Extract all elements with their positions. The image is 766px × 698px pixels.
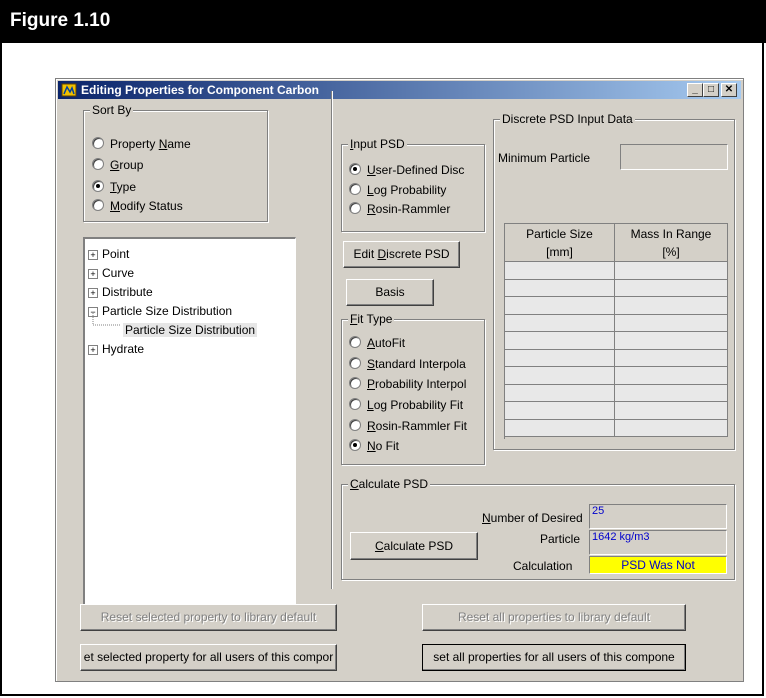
calculation-status-label: Calculation bbox=[513, 559, 573, 573]
expand-icon[interactable]: + bbox=[88, 288, 98, 298]
expand-icon[interactable]: + bbox=[88, 250, 98, 260]
reset-all-properties-button[interactable]: Reset all properties to library default bbox=[422, 604, 686, 631]
figure-title: Figure 1.10 bbox=[10, 10, 111, 31]
number-of-desired-input[interactable]: 25 bbox=[589, 504, 727, 529]
radio-indicator bbox=[349, 398, 361, 410]
particle-size-cell[interactable] bbox=[505, 402, 615, 420]
radio-indicator bbox=[349, 202, 361, 214]
expand-icon[interactable]: + bbox=[88, 345, 98, 355]
expand-icon[interactable]: + bbox=[88, 269, 98, 279]
mass-in-range-cell[interactable] bbox=[615, 402, 728, 420]
sort-by-label: Sort By bbox=[90, 103, 134, 117]
particle-size-cell[interactable] bbox=[505, 262, 615, 280]
radio-indicator bbox=[92, 199, 104, 211]
log-probability-fit-radio[interactable]: Log Probability Fit bbox=[349, 397, 463, 413]
number-of-desired-label: Number of Desired bbox=[482, 511, 583, 525]
particle-size-cell[interactable] bbox=[505, 419, 615, 437]
autofit-radio[interactable]: AutoFit bbox=[349, 335, 405, 351]
mass-in-range-cell[interactable] bbox=[615, 349, 728, 367]
tree-node-particle-size-distribution-child[interactable]: Particle Size Distribution bbox=[123, 322, 258, 338]
standard-interpolation-radio[interactable]: Standard Interpola bbox=[349, 356, 466, 372]
log-probability-radio[interactable]: Log Probability bbox=[349, 182, 446, 198]
input-psd-label: Input PSD bbox=[348, 137, 407, 151]
tree-node-curve[interactable]: + Curve bbox=[88, 265, 134, 281]
vertical-divider bbox=[331, 91, 333, 589]
particle-size-cell[interactable] bbox=[505, 279, 615, 297]
particle-size-cell[interactable] bbox=[505, 367, 615, 385]
minimum-particle-input[interactable] bbox=[620, 144, 728, 170]
radio-indicator bbox=[92, 180, 104, 192]
particle-density-label: Particle bbox=[540, 532, 581, 546]
radio-indicator bbox=[349, 336, 361, 348]
properties-window: Editing Properties for Component Carbon … bbox=[55, 78, 744, 682]
mass-in-range-cell[interactable] bbox=[615, 297, 728, 315]
particle-density-input[interactable]: 1642 kg/m3 bbox=[589, 530, 727, 555]
edit-discrete-psd-button[interactable]: Edit Discrete PSD bbox=[343, 241, 460, 268]
maximize-button[interactable]: □ bbox=[703, 83, 719, 97]
window-title: Editing Properties for Component Carbon bbox=[81, 83, 320, 97]
calculate-psd-label: Calculate PSD bbox=[348, 477, 431, 491]
close-button[interactable]: ✕ bbox=[721, 83, 737, 97]
discrete-psd-table[interactable]: Particle Size [mm] Mass In Range [%] bbox=[504, 223, 728, 439]
no-fit-radio[interactable]: No Fit bbox=[349, 438, 399, 454]
sort-modify-status-radio[interactable]: Modify Status bbox=[92, 198, 183, 214]
mass-in-range-cell[interactable] bbox=[615, 419, 728, 437]
set-all-properties-all-users-button[interactable]: set all properties for all users of this… bbox=[422, 644, 686, 671]
radio-indicator bbox=[349, 357, 361, 369]
sort-group-radio[interactable]: Group bbox=[92, 157, 143, 173]
sort-type-radio[interactable]: Type bbox=[92, 179, 136, 195]
tree-node-hydrate[interactable]: + Hydrate bbox=[88, 341, 144, 357]
mass-in-range-cell[interactable] bbox=[615, 384, 728, 402]
reset-selected-property-button[interactable]: Reset selected property to library defau… bbox=[80, 604, 337, 631]
figure-header: Figure 1.10 bbox=[0, 0, 766, 43]
calculation-status-value: PSD Was Not bbox=[589, 556, 727, 574]
radio-indicator bbox=[349, 419, 361, 431]
mass-in-range-cell[interactable] bbox=[615, 279, 728, 297]
mass-in-range-cell[interactable] bbox=[615, 314, 728, 332]
particle-size-cell[interactable] bbox=[505, 332, 615, 350]
particle-size-cell[interactable] bbox=[505, 314, 615, 332]
app-icon bbox=[61, 83, 77, 97]
rosin-rammler-fit-radio[interactable]: Rosin-Rammler Fit bbox=[349, 418, 467, 434]
particle-size-cell[interactable] bbox=[505, 384, 615, 402]
tree-connector bbox=[92, 313, 120, 326]
radio-indicator bbox=[349, 377, 361, 389]
radio-indicator bbox=[349, 163, 361, 175]
particle-size-cell[interactable] bbox=[505, 297, 615, 315]
property-tree[interactable]: + Point + Curve + Distribute − Particle Size… bbox=[83, 237, 296, 618]
tree-node-distribute[interactable]: + Distribute bbox=[88, 284, 153, 300]
title-bar[interactable]: Editing Properties for Component Carbon … bbox=[58, 81, 741, 99]
mass-in-range-cell[interactable] bbox=[615, 367, 728, 385]
radio-indicator bbox=[349, 439, 361, 451]
basis-button[interactable]: Basis bbox=[346, 279, 434, 306]
column-header-mass-in-range[interactable]: Mass In Range [%] bbox=[615, 224, 728, 262]
particle-size-cell[interactable] bbox=[505, 349, 615, 367]
column-header-particle-size[interactable]: Particle Size [mm] bbox=[505, 224, 615, 262]
calculate-psd-button[interactable]: Calculate PSD bbox=[350, 532, 478, 560]
probability-interpolation-radio[interactable]: Probability Interpol bbox=[349, 376, 466, 392]
radio-indicator bbox=[92, 158, 104, 170]
radio-indicator bbox=[92, 137, 104, 149]
user-defined-disc-radio[interactable]: User-Defined Disc bbox=[349, 162, 464, 178]
minimize-button[interactable]: _ bbox=[687, 83, 703, 97]
fit-type-label: Fit Type bbox=[348, 312, 395, 326]
mass-in-range-cell[interactable] bbox=[615, 262, 728, 280]
tree-node-point[interactable]: + Point bbox=[88, 246, 129, 262]
set-selected-property-all-users-button[interactable]: et selected property for all users of th… bbox=[80, 644, 337, 671]
mass-in-range-cell[interactable] bbox=[615, 332, 728, 350]
minimum-particle-label: Minimum Particle bbox=[498, 151, 591, 165]
radio-indicator bbox=[349, 183, 361, 195]
discrete-psd-label: Discrete PSD Input Data bbox=[500, 112, 635, 126]
sort-property-name-radio[interactable]: Property Name bbox=[92, 136, 191, 152]
rosin-rammler-radio[interactable]: Rosin-Rammler bbox=[349, 201, 450, 217]
